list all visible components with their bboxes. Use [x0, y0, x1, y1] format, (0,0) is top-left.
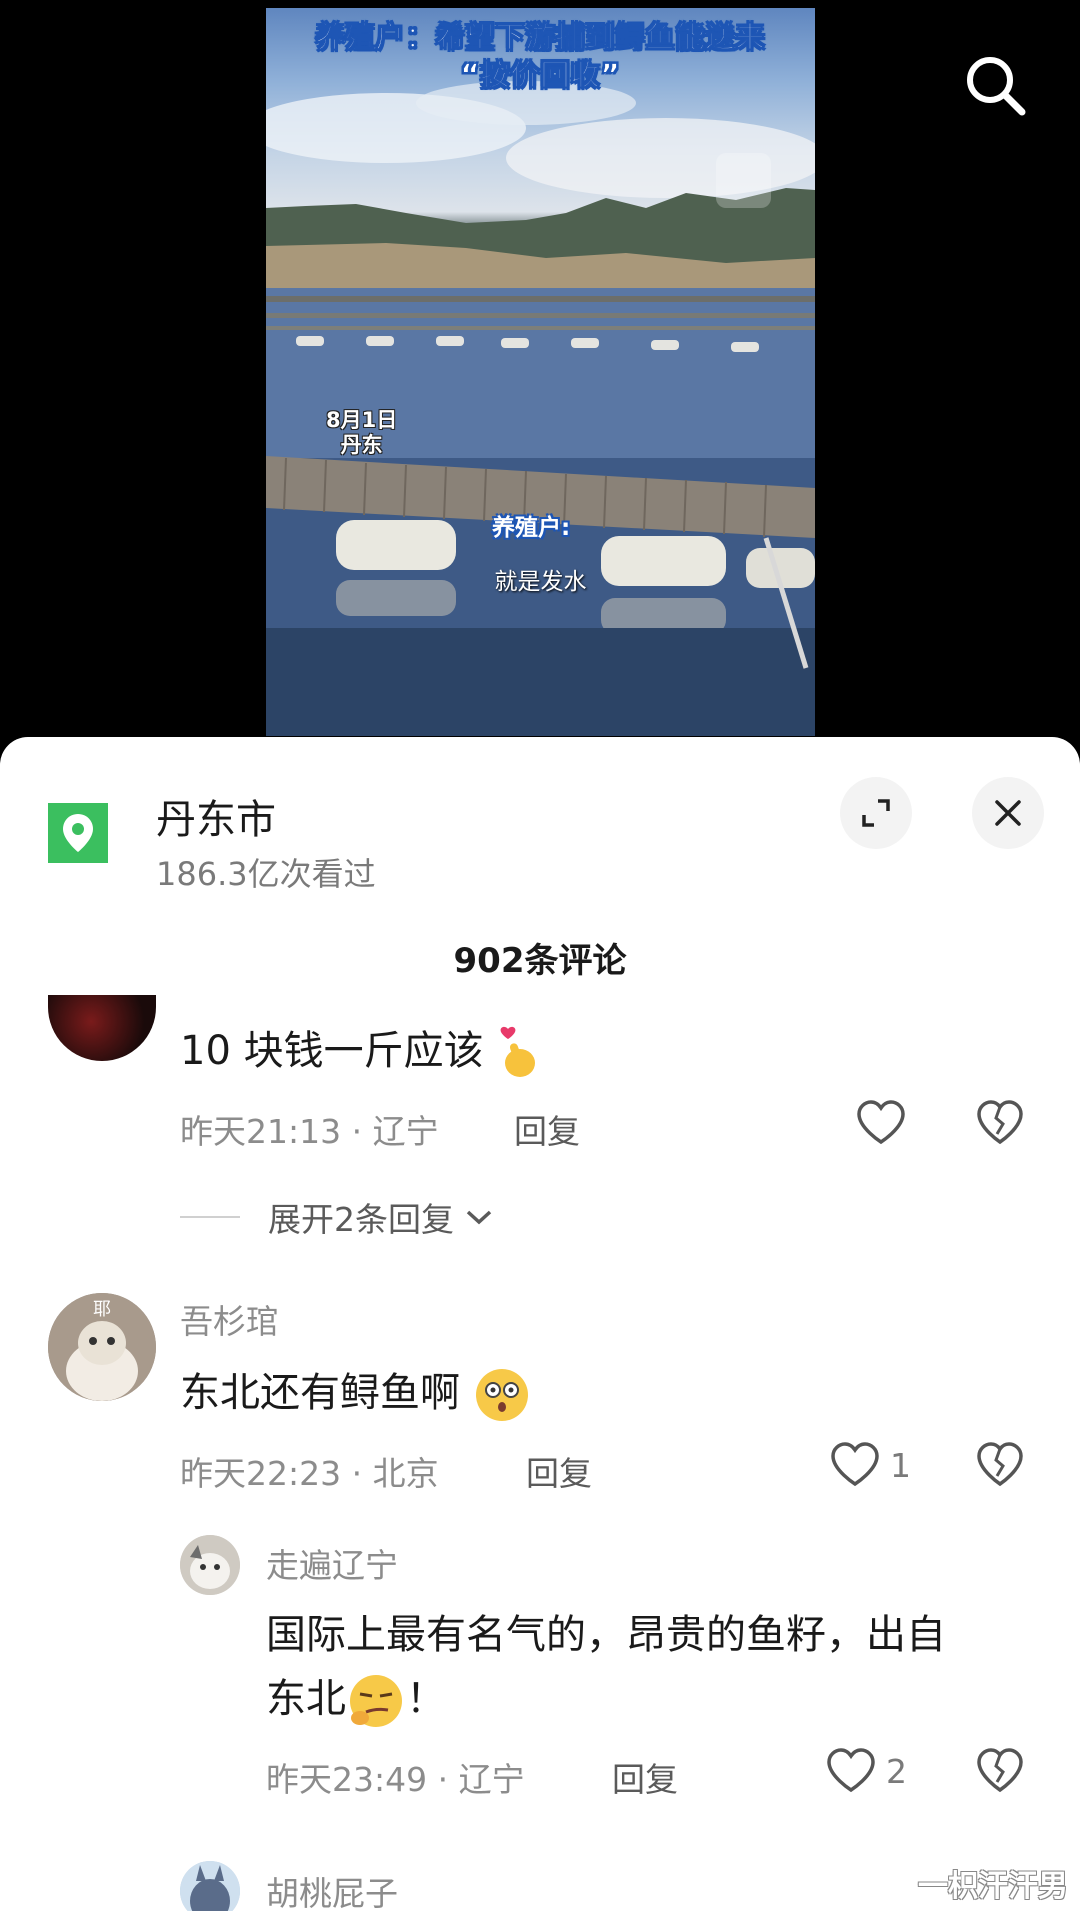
heart-icon [831, 1442, 879, 1487]
close-button[interactable] [972, 777, 1044, 849]
comment-text: 10 块钱一斤应该 [180, 1019, 540, 1083]
comment-sheet: 丹东市 186.3亿次看过 902条评论 10 块钱一斤应该 昨天21:13 ·… [0, 737, 1080, 1911]
finger-heart-emoji [500, 1026, 536, 1077]
location-icon-box [48, 803, 108, 863]
location-views: 186.3亿次看过 [156, 855, 376, 893]
expand-button[interactable] [840, 777, 912, 849]
divider [180, 1216, 240, 1218]
dislike-button[interactable] [976, 1100, 1024, 1150]
video-subtitle: 就是发水 [494, 569, 587, 595]
like-button[interactable]: 1 [830, 1442, 911, 1488]
avatar[interactable] [180, 1861, 240, 1911]
comment-meta: 昨天21:13 · 辽宁 [180, 1112, 439, 1151]
comment-text: 东北还有鲟鱼啊 [180, 1361, 531, 1425]
avatar[interactable] [180, 1535, 240, 1595]
avatar[interactable] [48, 995, 156, 1061]
dislike-button[interactable] [976, 1748, 1024, 1798]
like-count: 1 [890, 1445, 911, 1485]
cat-avatar-image: 耶 [48, 1293, 156, 1401]
location-name[interactable]: 丹东市 [156, 787, 276, 845]
broken-heart-icon [977, 1100, 1023, 1145]
reply-button[interactable]: 回复 [526, 1447, 592, 1495]
video-title-line2: “按价回收” [460, 58, 621, 93]
broken-heart-icon [977, 1748, 1023, 1793]
like-button[interactable]: 2 [826, 1748, 907, 1794]
comment-username[interactable]: 胡桃屁子 [266, 1867, 398, 1911]
dislike-button[interactable] [976, 1442, 1024, 1492]
comment-meta: 昨天23:49 · 辽宁 [266, 1760, 525, 1799]
location-pin-icon [63, 814, 93, 852]
expand-icon [862, 799, 890, 827]
comment-text-content: 东北还有鲟鱼啊 [180, 1370, 460, 1416]
like-button[interactable] [856, 1100, 906, 1146]
video-date-place: 8月1日 丹东 [326, 408, 397, 458]
comment-text-line2: 东北 ！ [266, 1667, 1046, 1731]
surprised-face-emoji [475, 1369, 528, 1421]
expand-replies-button[interactable]: 展开2条回复 [180, 1193, 496, 1241]
video-frame[interactable]: 养殖户：希望下游捕到鲟鱼能送来 “按价回收” 8月1日 丹东 养殖户: 就是发水 [266, 8, 815, 736]
dog-avatar-image [180, 1535, 240, 1595]
comment-text-part: 东北 [266, 1676, 346, 1722]
comment-text-line1: 国际上最有名气的，昂贵的鱼籽，出自 [266, 1612, 946, 1658]
like-count: 2 [886, 1751, 907, 1791]
watermark: 一枳汗汗男 [918, 1869, 1068, 1904]
broken-heart-icon [977, 1442, 1023, 1487]
avatar[interactable]: 耶 [48, 1293, 156, 1401]
comment-text: 国际上最有名气的，昂贵的鱼籽，出自 东北 ！ [266, 1603, 1046, 1731]
video-title-line1: 养殖户：希望下游捕到鲟鱼能送来 [315, 20, 766, 55]
totoro-avatar-image [180, 1861, 240, 1911]
avatar-caption: 耶 [93, 1299, 111, 1320]
video-date: 8月1日 [326, 408, 398, 432]
heart-icon [827, 1748, 875, 1793]
chevron-down-icon [466, 1210, 492, 1225]
search-button[interactable] [960, 50, 1030, 120]
comment-username[interactable]: 吾杉琯 [180, 1295, 279, 1343]
comment-text-content: 10 块钱一斤应该 [180, 1028, 484, 1074]
reply-button[interactable]: 回复 [612, 1753, 678, 1801]
video-scene [266, 81, 815, 736]
comment-count: 902条评论 [453, 941, 627, 981]
video-place: 丹东 [340, 433, 383, 457]
comment-meta: 昨天22:23 · 北京 [180, 1454, 439, 1493]
heart-icon [857, 1100, 905, 1145]
close-icon [995, 800, 1021, 826]
expand-replies-label: 展开2条回复 [268, 1200, 454, 1239]
reply-button[interactable]: 回复 [514, 1105, 580, 1153]
video-speaker-label: 养殖户: [492, 515, 571, 541]
search-icon [967, 57, 1026, 116]
comment-username[interactable]: 走遍辽宁 [266, 1539, 398, 1587]
smug-face-emoji [350, 1675, 402, 1727]
video-player[interactable]: 养殖户：希望下游捕到鲟鱼能送来 “按价回收” 8月1日 丹东 养殖户: 就是发水 [0, 0, 1080, 740]
comment-text-part: ！ [406, 1676, 446, 1722]
